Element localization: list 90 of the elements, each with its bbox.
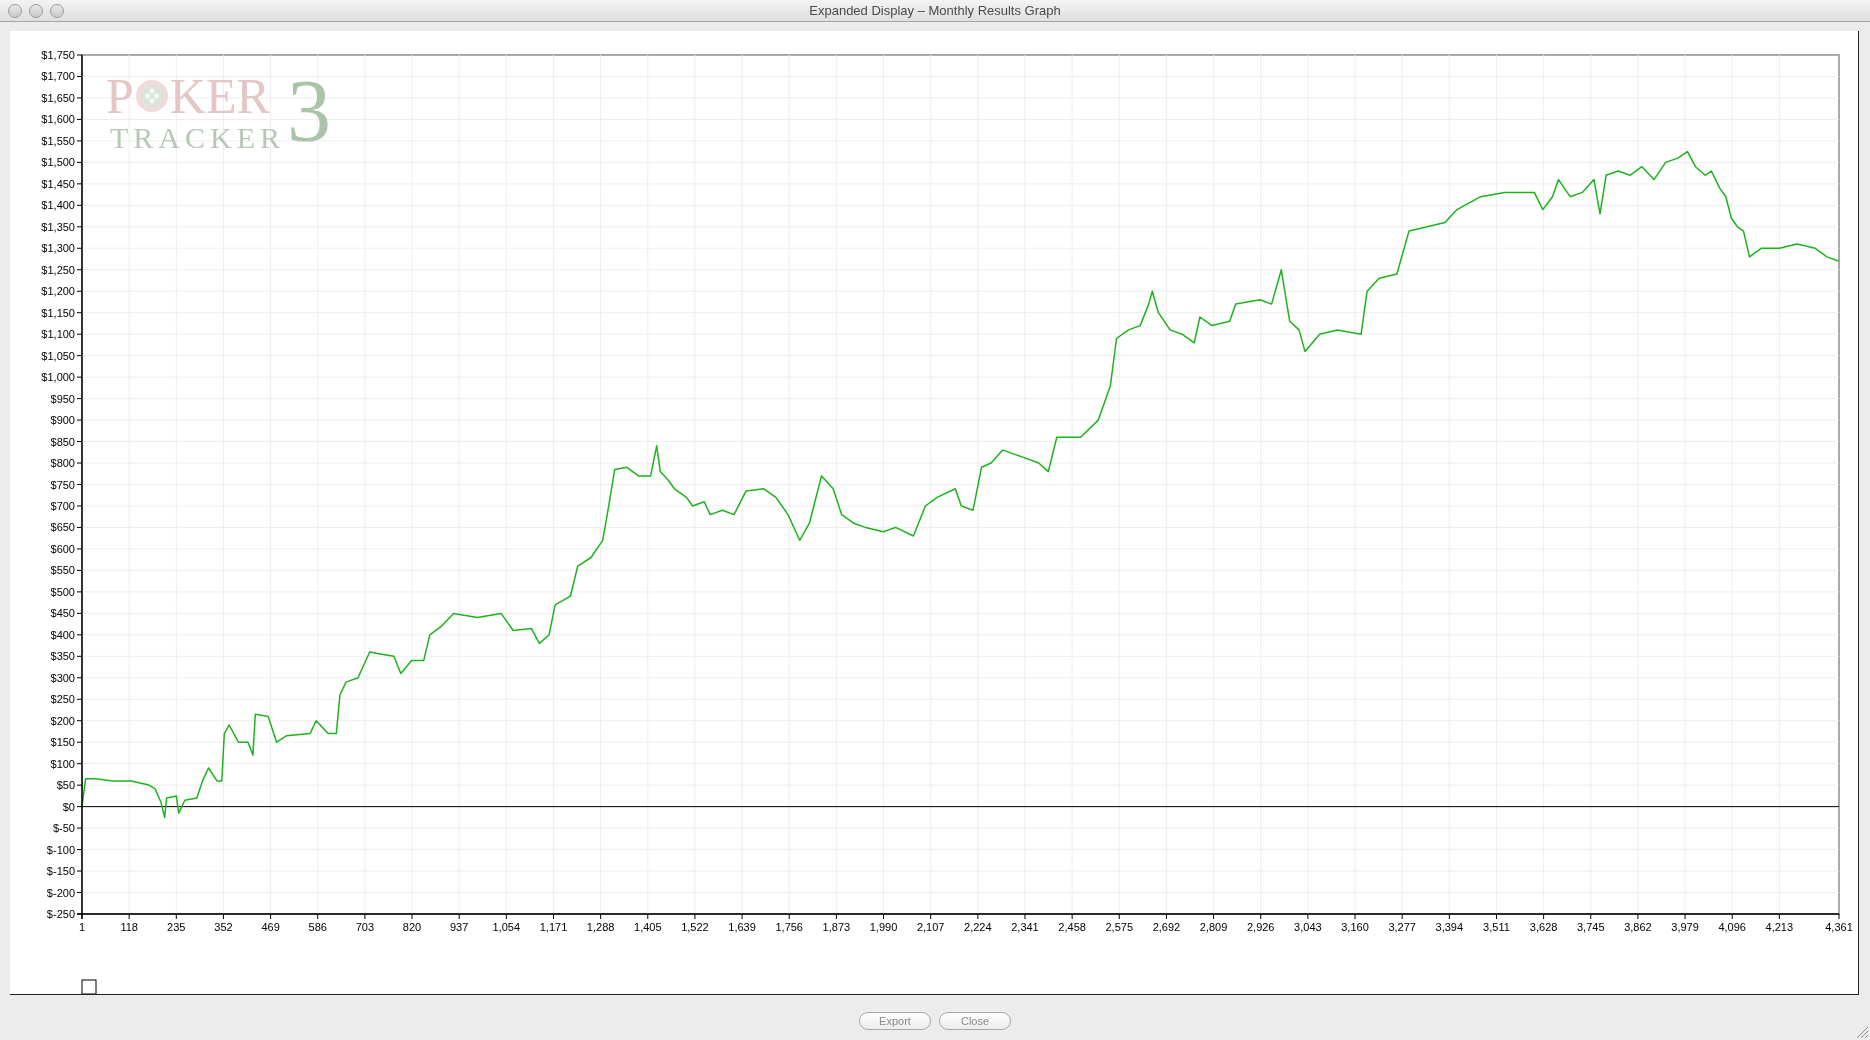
y-tick-label: $1,450	[41, 177, 75, 190]
x-tick-label: 1,171	[539, 921, 568, 933]
x-tick-label: 3,394	[1435, 921, 1464, 933]
y-tick-label: $100	[50, 757, 75, 770]
y-tick-label: $950	[50, 392, 75, 405]
x-tick-label: 3,277	[1388, 921, 1416, 933]
y-tick-label: $1,700	[41, 70, 75, 83]
y-tick-label: $50	[56, 779, 75, 792]
y-tick-label: $1,300	[41, 242, 75, 255]
x-tick-label: 4,096	[1718, 921, 1746, 933]
close-icon[interactable]	[8, 3, 22, 18]
x-tick-label: 1,756	[775, 921, 803, 933]
x-tick-label: 820	[402, 921, 422, 933]
logo-text: P	[106, 71, 134, 121]
y-tick-label: $1,750	[41, 49, 75, 61]
x-tick-label: 2,107	[916, 921, 945, 933]
y-tick-label: $200	[50, 714, 75, 727]
x-tick-label: 1,990	[869, 921, 898, 933]
x-tick-label: 1,288	[586, 921, 615, 933]
y-tick-label: $700	[50, 500, 75, 512]
minimize-icon[interactable]	[29, 3, 43, 18]
x-tick-label: 703	[355, 921, 375, 933]
y-tick-label: $1,100	[41, 328, 75, 341]
y-tick-label: $-250	[46, 908, 75, 920]
x-tick-label: 3,979	[1671, 921, 1699, 933]
logo-number: 3	[287, 67, 331, 155]
y-tick-label: $1,500	[41, 156, 75, 169]
x-tick-label: 2,458	[1058, 921, 1086, 933]
x-tick-label: 469	[261, 921, 280, 933]
y-tick-label: $750	[50, 478, 75, 491]
y-tick-label: $350	[50, 650, 75, 663]
y-tick-label: $-100	[46, 843, 75, 856]
x-tick-label: 586	[308, 921, 327, 933]
y-tick-label: $900	[50, 414, 75, 427]
x-tick-label: 352	[214, 921, 233, 933]
y-tick-label: $1,650	[41, 91, 75, 104]
resize-grip-icon[interactable]	[1857, 1027, 1868, 1038]
x-tick-label: 4,213	[1765, 921, 1794, 933]
y-tick-label: $600	[50, 542, 75, 555]
window-title: Expanded Display – Monthly Results Graph	[809, 4, 1061, 17]
x-tick-label: 118	[120, 921, 138, 933]
zoom-icon[interactable]	[50, 3, 64, 18]
y-tick-label: $1,200	[41, 285, 75, 298]
y-tick-label: $850	[50, 435, 75, 448]
y-tick-label: $800	[50, 457, 75, 469]
x-tick-label: 3,628	[1529, 921, 1558, 933]
y-tick-label: $1,050	[41, 349, 75, 362]
y-tick-label: $300	[50, 671, 75, 684]
x-tick-label: 1,522	[681, 921, 709, 933]
export-button[interactable]: Export	[859, 1012, 931, 1030]
logo-text: KER	[169, 71, 270, 121]
x-tick-label: 3,160	[1341, 921, 1369, 933]
y-tick-label: $-50	[52, 822, 75, 835]
y-tick-label: $400	[50, 628, 75, 641]
x-tick-label: 1,873	[822, 921, 851, 933]
y-tick-label: $1,350	[41, 220, 75, 233]
close-button[interactable]: Close	[939, 1012, 1011, 1030]
x-tick-label: 3,862	[1624, 921, 1652, 933]
x-tick-label: 1,639	[728, 921, 756, 933]
x-tick-label: 3,043	[1294, 921, 1322, 933]
x-tick-label: 235	[167, 921, 186, 933]
y-tick-label: $550	[50, 564, 75, 577]
x-tick-label: 2,575	[1105, 921, 1134, 933]
y-tick-label: $250	[50, 693, 75, 706]
x-tick-label: 3,511	[1483, 921, 1510, 933]
y-tick-label: $-200	[46, 886, 75, 899]
x-tick-label: 3,745	[1577, 921, 1605, 933]
y-tick-label: $-150	[46, 865, 75, 878]
x-tick-label: 4,361	[1825, 921, 1853, 933]
y-tick-label: $450	[50, 607, 75, 620]
y-tick-label: $1,550	[41, 134, 75, 147]
x-tick-label: 2,341	[1011, 921, 1039, 933]
y-tick-label: $1,600	[41, 113, 75, 126]
y-tick-label: $1,250	[41, 263, 75, 276]
y-tick-label: $0	[62, 800, 75, 813]
y-tick-label: $650	[50, 521, 75, 534]
x-tick-label: 1,054	[492, 921, 521, 933]
y-tick-label: $500	[50, 585, 75, 598]
y-tick-label: $1,000	[41, 371, 75, 384]
x-tick-label: 1	[78, 921, 86, 933]
x-tick-label: 937	[450, 921, 469, 933]
logo-text: TRACKER	[110, 123, 285, 153]
y-tick-label: $150	[50, 736, 75, 749]
x-tick-label: 2,692	[1152, 921, 1181, 933]
y-tick-label: $1,400	[41, 199, 75, 212]
x-tick-label: 1,405	[634, 921, 662, 933]
x-tick-label: 2,926	[1246, 921, 1275, 933]
y-tick-label: $1,150	[41, 306, 75, 319]
x-tick-label: 2,224	[964, 921, 992, 933]
x-tick-label: 2,809	[1199, 921, 1228, 933]
